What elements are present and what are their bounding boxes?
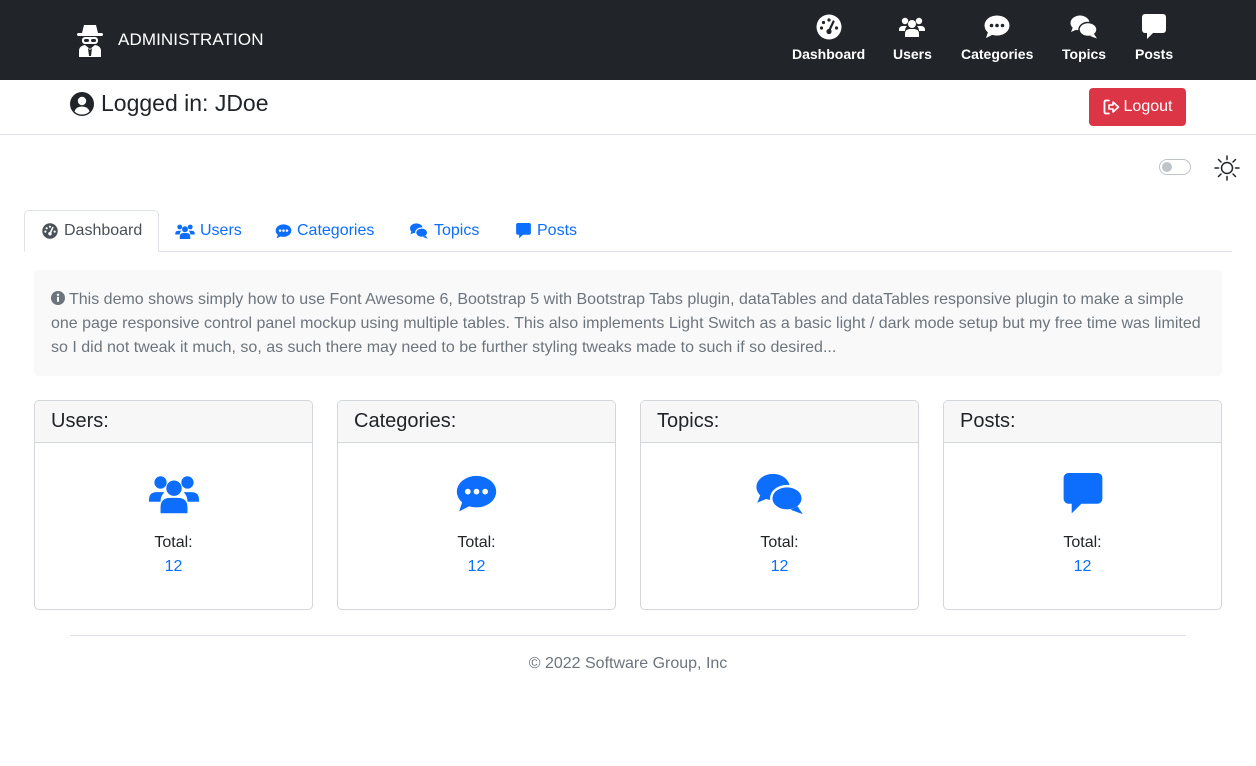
tab-label-topics: Topics — [434, 222, 480, 239]
user-secret-icon — [75, 22, 105, 58]
gauge-icon — [41, 223, 59, 239]
nav-label-topics: Topics — [1062, 46, 1107, 62]
tab-label-dashboard: Dashboard — [64, 222, 143, 239]
nav-label-users: Users — [893, 46, 932, 62]
posts-card: Posts: Total: 12 — [943, 400, 1222, 610]
total-label: Total: — [760, 534, 799, 551]
comment-dots-icon — [274, 223, 292, 239]
login-title: Logged in: JDoe — [70, 90, 269, 117]
message-icon — [1140, 14, 1168, 40]
card-title: Posts: — [944, 401, 1221, 443]
info-alert: This demo shows simply how to use Font A… — [34, 270, 1222, 376]
tab-users[interactable]: Users — [159, 210, 258, 252]
tab-label-users: Users — [200, 222, 242, 239]
nav-label-categories: Categories — [961, 46, 1034, 62]
users-icon — [898, 14, 926, 40]
nav-item-topics[interactable]: Topics — [1062, 14, 1106, 62]
categories-total-value[interactable]: 12 — [338, 558, 615, 576]
sun-icon[interactable] — [1214, 155, 1240, 181]
nav-item-users[interactable]: Users — [893, 14, 932, 62]
gauge-icon — [815, 14, 843, 40]
users-icon — [35, 471, 312, 517]
nav-label-posts: Posts — [1135, 46, 1174, 62]
nav-item-categories[interactable]: Categories — [961, 14, 1033, 62]
posts-total-value[interactable]: 12 — [944, 558, 1221, 576]
tab-label-posts: Posts — [537, 222, 578, 239]
nav-label-dashboard: Dashboard — [792, 46, 866, 62]
topics-card: Topics: Total: 12 — [640, 400, 919, 610]
users-icon — [175, 223, 195, 239]
comment-dots-icon — [338, 471, 615, 517]
sign-out-icon — [1103, 99, 1120, 115]
logged-in-text: Logged in: JDoe — [101, 90, 269, 116]
total-label: Total: — [154, 534, 193, 551]
tab-posts[interactable]: Posts — [498, 210, 593, 252]
total-label: Total: — [1063, 534, 1102, 551]
card-title: Topics: — [641, 401, 918, 443]
info-text: This demo shows simply how to use Font A… — [51, 291, 1201, 356]
logout-label: Logout — [1123, 98, 1173, 115]
switch-knob — [1162, 162, 1172, 172]
comments-icon — [641, 471, 918, 517]
nav-item-posts[interactable]: Posts — [1135, 14, 1173, 62]
comments-icon — [409, 223, 429, 239]
logout-button[interactable]: Logout — [1089, 88, 1186, 126]
footer-divider — [70, 635, 1186, 636]
message-icon — [514, 223, 532, 239]
tab-topics[interactable]: Topics — [393, 210, 495, 252]
dark-mode-switch[interactable] — [1159, 159, 1191, 175]
login-bar: Logged in: JDoe Logout — [0, 80, 1256, 135]
users-card: Users: Total: 12 — [34, 400, 313, 610]
brand-text: ADMINISTRATION — [118, 30, 264, 49]
top-navbar: ADMINISTRATION Dashboard Users Categorie… — [0, 0, 1256, 80]
card-title: Categories: — [338, 401, 615, 443]
footer-copyright: © 2022 Software Group, Inc — [528, 655, 728, 672]
users-total-value[interactable]: 12 — [35, 558, 312, 576]
user-circle-icon — [70, 91, 94, 116]
nav-item-dashboard[interactable]: Dashboard — [792, 14, 865, 62]
info-circle-icon — [51, 289, 65, 305]
topics-total-value[interactable]: 12 — [641, 558, 918, 576]
tab-dashboard[interactable]: Dashboard — [24, 210, 160, 252]
message-icon — [944, 471, 1221, 517]
brand[interactable]: ADMINISTRATION — [75, 20, 264, 60]
categories-card: Categories: Total: 12 — [337, 400, 616, 610]
comments-icon — [1070, 14, 1098, 40]
total-label: Total: — [457, 534, 496, 551]
tab-categories[interactable]: Categories — [258, 210, 390, 252]
card-title: Users: — [35, 401, 312, 443]
comment-dots-icon — [983, 14, 1011, 40]
tab-label-categories: Categories — [297, 222, 375, 239]
tab-bar: Dashboard Users Categories Topics Posts — [24, 210, 1232, 252]
